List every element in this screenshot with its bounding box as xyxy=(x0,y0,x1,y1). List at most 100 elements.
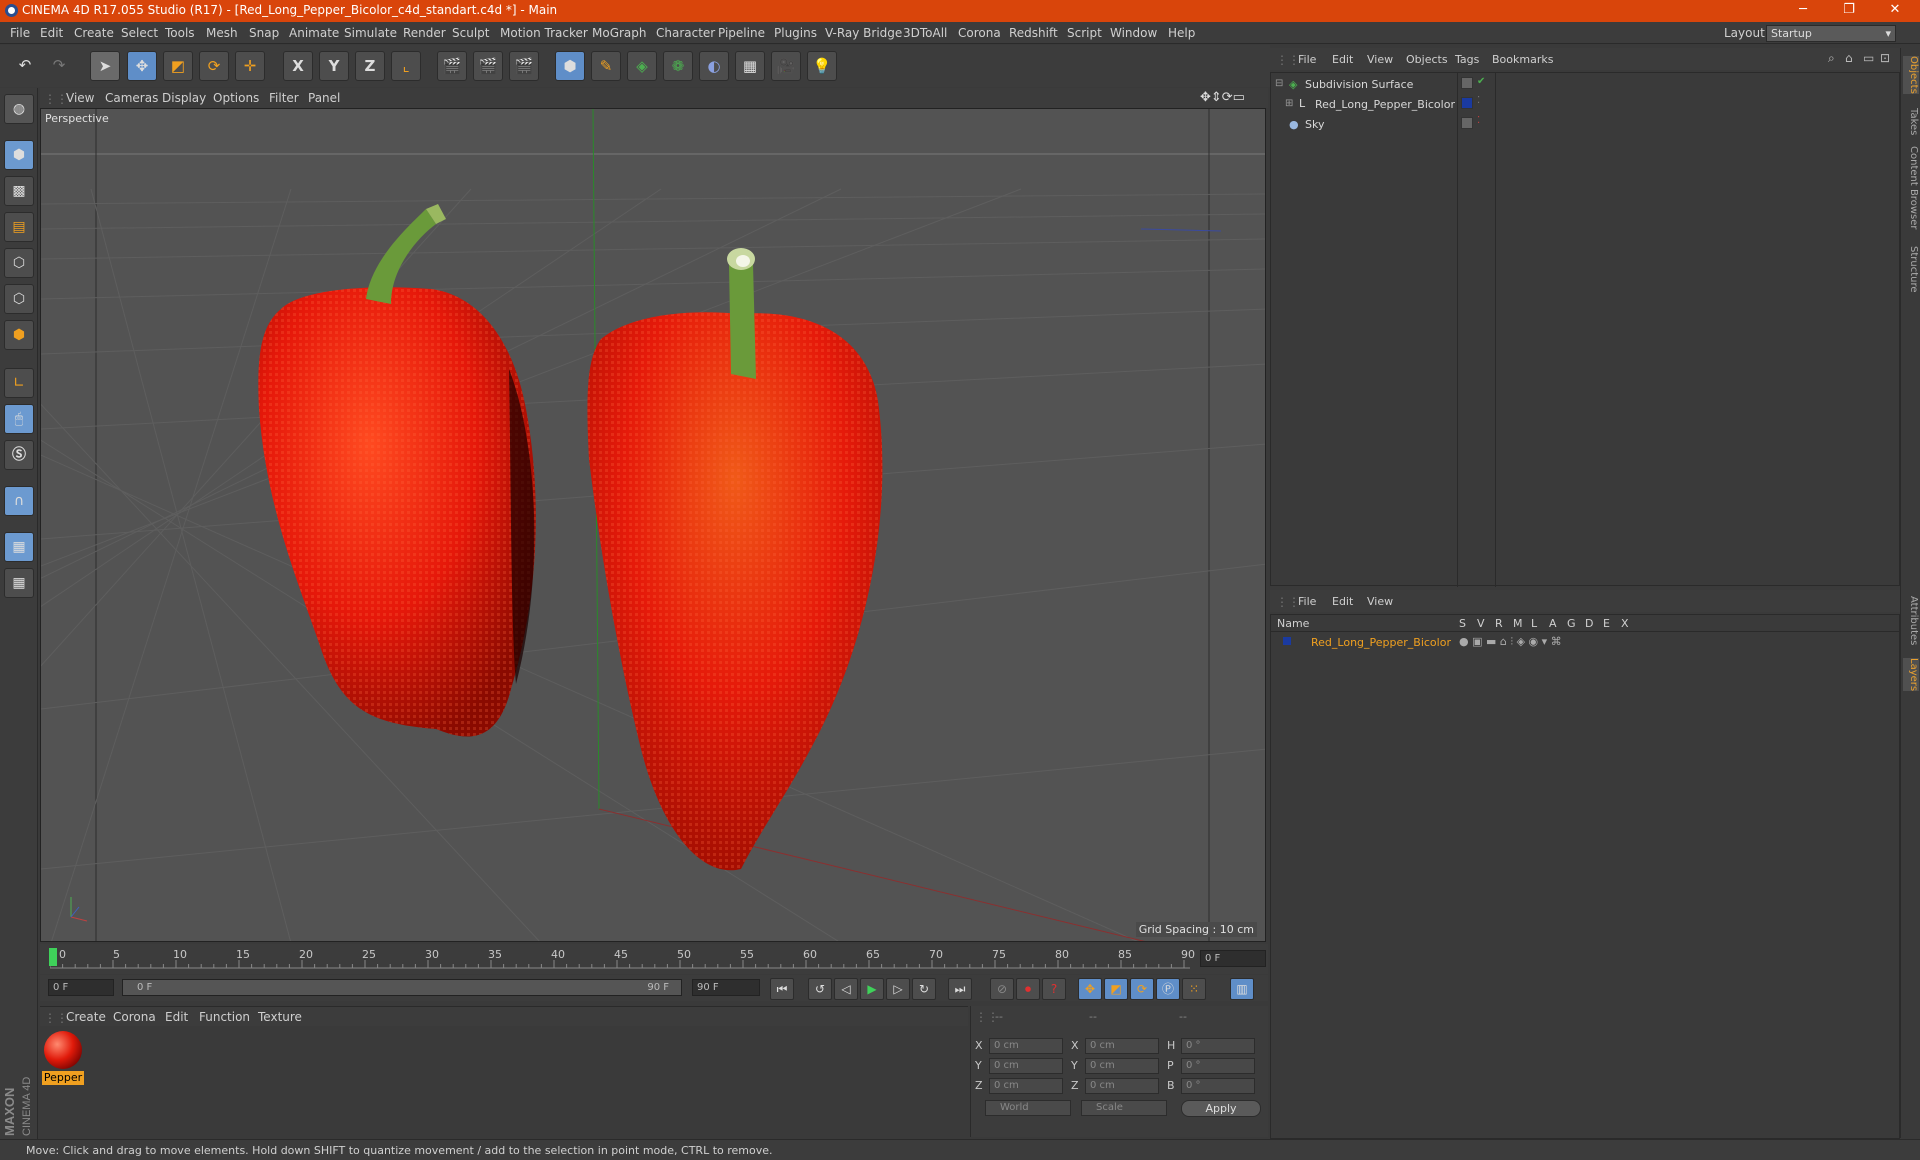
side-tab-layers[interactable]: Layers xyxy=(1903,658,1919,692)
timeline-button[interactable]: ▥ xyxy=(1230,978,1254,1000)
viewport-menu-cameras[interactable]: Cameras xyxy=(105,91,158,105)
z-axis-button[interactable]: Z xyxy=(355,51,385,81)
rotation-p-field[interactable]: 0 ° xyxy=(1181,1058,1255,1074)
timeline-ruler[interactable]: 0 5 10 15 20 25 30 35 40 45 50 55 60 65 … xyxy=(40,944,1268,974)
snap-button[interactable]: Ⓢ xyxy=(4,440,34,470)
layer-row[interactable]: Red_Long_Pepper_Bicolor ● ▣ ▬ ⌂ ⫶ ◈ ◉ ▾ … xyxy=(1271,633,1901,652)
size-z-field[interactable]: 0 cm xyxy=(1085,1078,1159,1094)
menu-simulate[interactable]: Simulate xyxy=(344,26,397,40)
menu-select[interactable]: Select xyxy=(121,26,158,40)
search-icon[interactable]: ⌕ xyxy=(1828,51,1835,66)
frame-range-slider[interactable]: 0 F 90 F xyxy=(122,979,682,996)
size-x-field[interactable]: 0 cm xyxy=(1085,1038,1159,1054)
perspective-viewport[interactable]: Perspective Grid Spacing : 10 cm xyxy=(40,108,1266,942)
material-menu-function[interactable]: Function xyxy=(199,1010,250,1024)
scale-tool-button[interactable]: ◩ xyxy=(163,51,193,81)
viewport-menu-filter[interactable]: Filter xyxy=(269,91,299,105)
workplane-mode-button[interactable]: ▤ xyxy=(4,212,34,242)
layout-dropdown[interactable]: Startup ▾ xyxy=(1766,25,1896,42)
floor-button[interactable]: ▦ xyxy=(735,51,765,81)
material-item[interactable]: Pepper xyxy=(40,1027,88,1089)
viewport-menu-options[interactable]: Options xyxy=(213,91,259,105)
key-rotation-button[interactable]: ⟳ xyxy=(1130,978,1154,1000)
menu-mesh[interactable]: Mesh xyxy=(206,26,238,40)
rotation-h-field[interactable]: 0 ° xyxy=(1181,1038,1255,1054)
side-tab-attributes[interactable]: Attributes xyxy=(1903,596,1919,645)
magnet-button[interactable]: ∩ xyxy=(4,486,34,516)
axis-mode-button[interactable]: ∟ xyxy=(4,368,34,398)
motion-record-button[interactable]: ⊘ xyxy=(990,978,1014,1000)
workplane-lock-button[interactable]: ▦ xyxy=(4,532,34,562)
layer-swatch-icon[interactable] xyxy=(1461,97,1473,109)
move-tool-button[interactable]: ✥ xyxy=(127,51,157,81)
menu-motion-tracker[interactable]: Motion Tracker xyxy=(500,26,588,40)
coordinate-system-button[interactable]: ⌞ xyxy=(391,51,421,81)
menu-create[interactable]: Create xyxy=(74,26,114,40)
object-row-sky[interactable]: ● Sky ⁚ xyxy=(1271,115,1901,134)
menu-redshift[interactable]: Redshift xyxy=(1009,26,1058,40)
end-frame-field[interactable]: 90 F xyxy=(692,979,760,996)
side-tab-takes[interactable]: Takes xyxy=(1903,108,1919,135)
select-tool-button[interactable]: ➤ xyxy=(90,51,120,81)
maximize-button[interactable]: ❐ xyxy=(1826,0,1872,22)
menu-mograph[interactable]: MoGraph xyxy=(592,26,647,40)
side-tab-structure[interactable]: Structure xyxy=(1903,246,1919,293)
visibility-dots-icon[interactable]: ⁚ xyxy=(1477,115,1480,126)
key-position-button[interactable]: ✥ xyxy=(1078,978,1102,1000)
spline-pen-button[interactable]: ✎ xyxy=(591,51,621,81)
visibility-dots-icon[interactable]: ⁚ xyxy=(1477,95,1480,106)
objects-menu-view[interactable]: View xyxy=(1367,53,1393,66)
objects-menu-bookmarks[interactable]: Bookmarks xyxy=(1492,53,1553,66)
menu-script[interactable]: Script xyxy=(1067,26,1102,40)
texture-mode-button[interactable]: ▩ xyxy=(4,176,34,206)
minimize-button[interactable]: ─ xyxy=(1780,0,1826,22)
go-to-end-button[interactable]: ⏭ xyxy=(948,978,972,1000)
layer-swatch-icon[interactable] xyxy=(1461,77,1473,89)
close-button[interactable]: ✕ xyxy=(1872,0,1918,22)
size-mode-dropdown[interactable]: Scale xyxy=(1081,1100,1167,1116)
menu-snap[interactable]: Snap xyxy=(249,26,279,40)
points-mode-button[interactable]: ⬡ xyxy=(4,248,34,278)
layer-swatch-icon[interactable] xyxy=(1461,117,1473,129)
objects-menu-objects[interactable]: Objects xyxy=(1406,53,1448,66)
current-frame-field[interactable]: 0 F xyxy=(1200,950,1266,967)
viewport-navigation-icons[interactable]: ✥⇕⟳▭ xyxy=(1200,90,1245,105)
viewport-menu-display[interactable]: Display xyxy=(162,91,206,105)
menu-tools[interactable]: Tools xyxy=(165,26,195,40)
material-menu-create[interactable]: Create xyxy=(66,1010,106,1024)
objects-menu-edit[interactable]: Edit xyxy=(1332,53,1353,66)
viewport-menu-view[interactable]: View xyxy=(66,91,94,105)
autokey-button[interactable]: ? xyxy=(1042,978,1066,1000)
prev-key-button[interactable]: ↺ xyxy=(808,978,832,1000)
material-menu-corona[interactable]: Corona xyxy=(113,1010,156,1024)
position-y-field[interactable]: 0 cm xyxy=(989,1058,1063,1074)
redo-button[interactable]: ↷ xyxy=(44,51,74,81)
size-y-field[interactable]: 0 cm xyxy=(1085,1058,1159,1074)
layer-toggle-icons[interactable]: ● ▣ ▬ ⌂ ⫶ ◈ ◉ ▾ ⌘ xyxy=(1459,635,1562,649)
home-icon[interactable]: ⌂ xyxy=(1845,51,1853,65)
side-tab-objects[interactable]: Objects xyxy=(1903,56,1919,94)
render-settings-button[interactable]: 🎬 xyxy=(509,51,539,81)
make-editable-button[interactable]: ◍ xyxy=(4,94,34,124)
deformer-button[interactable]: ◐ xyxy=(699,51,729,81)
objects-menu-tags[interactable]: Tags xyxy=(1455,53,1479,66)
next-frame-button[interactable]: ▷ xyxy=(886,978,910,1000)
key-pla-button[interactable]: ⁙ xyxy=(1182,978,1206,1000)
menu-help[interactable]: Help xyxy=(1168,26,1195,40)
enabled-check-icon[interactable]: ✔ xyxy=(1477,76,1485,87)
transform-tool-button[interactable]: ✛ xyxy=(235,51,265,81)
menu-edit[interactable]: Edit xyxy=(40,26,63,40)
collapse-icon[interactable]: ⊟ xyxy=(1275,78,1283,89)
material-menu-texture[interactable]: Texture xyxy=(258,1010,302,1024)
menu-animate[interactable]: Animate xyxy=(289,26,339,40)
menu-vray-bridge[interactable]: V-Ray Bridge xyxy=(825,26,902,40)
y-axis-button[interactable]: Y xyxy=(319,51,349,81)
subdivision-surface-button[interactable]: ◈ xyxy=(627,51,657,81)
object-row-subdivision-surface[interactable]: ⊟ ◈ Subdivision Surface ✔ xyxy=(1271,75,1901,94)
rotate-tool-button[interactable]: ⟳ xyxy=(199,51,229,81)
menu-sculpt[interactable]: Sculpt xyxy=(452,26,489,40)
menu-3dtoall[interactable]: 3DToAll xyxy=(903,26,947,40)
next-key-button[interactable]: ↻ xyxy=(912,978,936,1000)
expand-icon[interactable]: ⊞ xyxy=(1285,98,1293,109)
key-scale-button[interactable]: ◩ xyxy=(1104,978,1128,1000)
